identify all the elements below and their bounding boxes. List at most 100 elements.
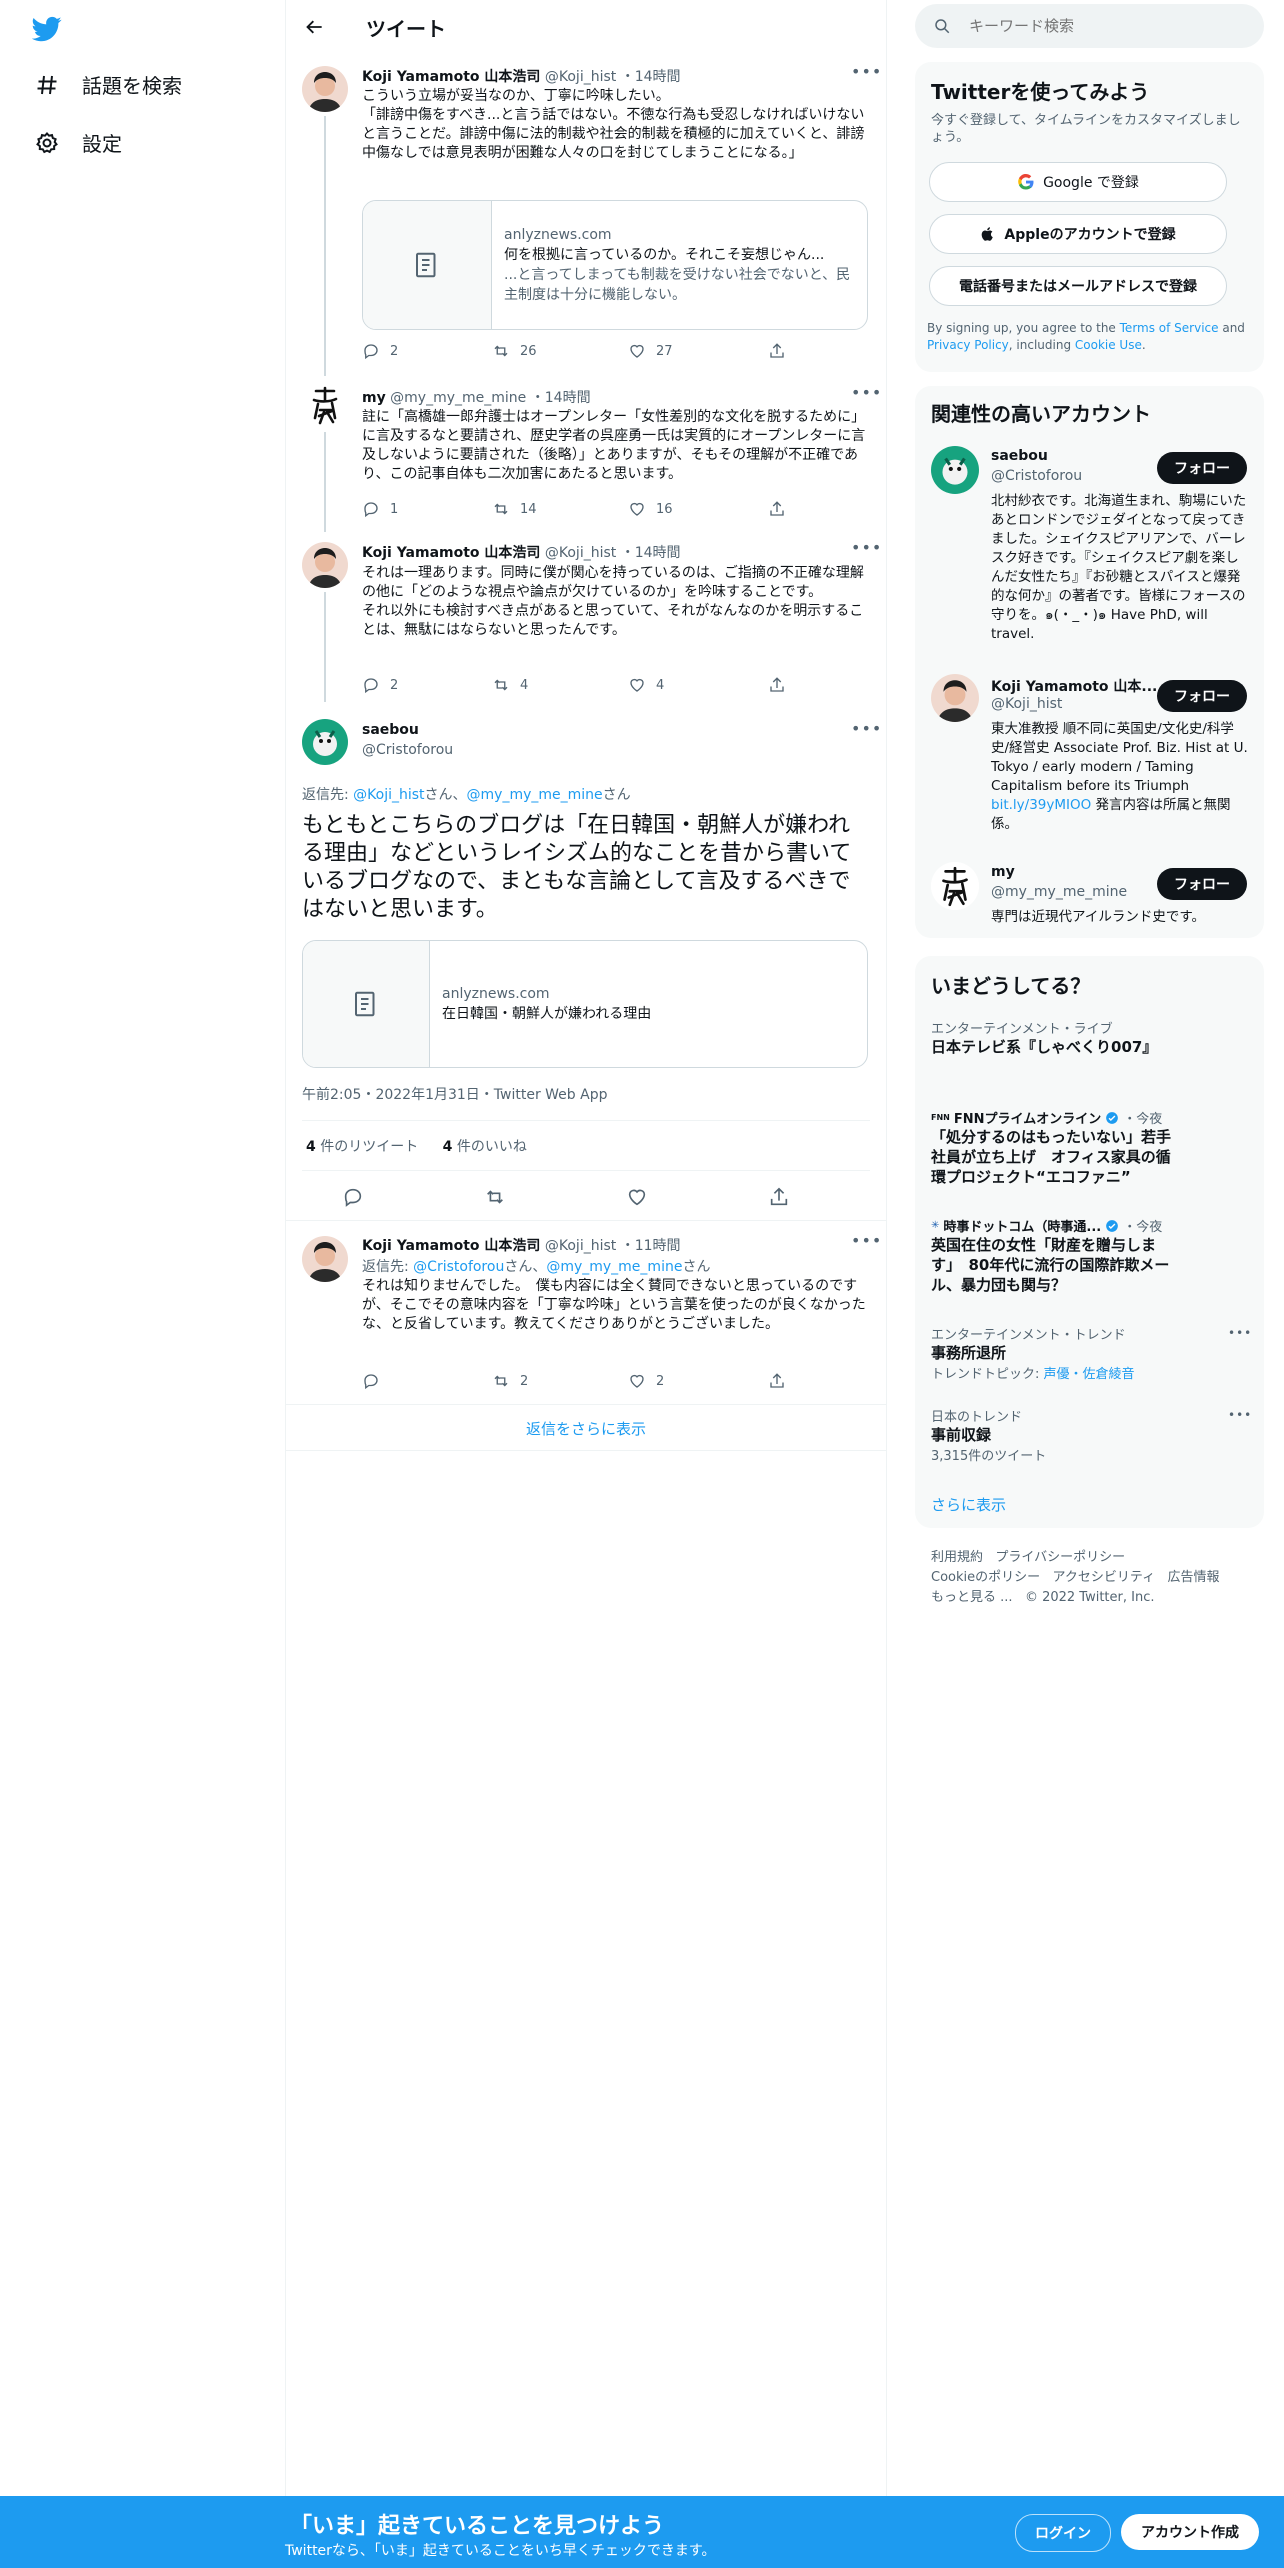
login-button[interactable]: ログイン (1015, 2514, 1111, 2552)
trend-item[interactable]: FNN FNNプライムオンライン ・今夜 「処分するのはもったいない」若手社員が… (931, 1108, 1171, 1187)
account-name[interactable]: my (991, 864, 1015, 880)
account-name[interactable]: Koji Yamamoto 山本... (991, 676, 1157, 696)
account-handle[interactable]: @my_my_me_mine (991, 884, 1127, 900)
tweet-time[interactable]: ・11時間 (621, 1238, 681, 1254)
share-button[interactable] (768, 1186, 790, 1208)
nav-explore[interactable]: 話題を検索 (34, 70, 182, 99)
share-icon (770, 1373, 784, 1388)
reply-user-link[interactable]: @Cristoforou (413, 1259, 504, 1275)
retweet-button[interactable]: 4 (492, 676, 628, 694)
more-icon[interactable]: ••• (851, 719, 882, 738)
reply-button[interactable] (342, 1186, 484, 1208)
more-icon[interactable]: ••• (851, 538, 882, 557)
share-button[interactable] (768, 676, 786, 694)
avatar[interactable] (302, 382, 348, 428)
reply-user-link[interactable]: @my_my_me_mine (546, 1259, 682, 1275)
trend-item[interactable]: エンターテインメント・トレンド 事務所退所 トレンドトピック: 声優・佐倉綾音 (931, 1324, 1231, 1382)
tweet-actions: 1 14 16 (362, 500, 867, 518)
share-button[interactable] (768, 342, 786, 360)
trends-show-more-link[interactable]: さらに表示 (931, 1494, 1006, 1515)
follow-button[interactable]: フォロー (1157, 452, 1247, 484)
footer-link[interactable]: プライバシーポリシー (995, 1550, 1125, 1565)
avatar[interactable] (931, 446, 979, 494)
apple-signup-button[interactable]: Appleのアカウントで登録 (929, 214, 1227, 254)
footer-link[interactable]: 広告情報 (1168, 1570, 1220, 1585)
trend-item[interactable]: ✳ 時事ドットコム（時事通... ・今夜 英国在住の女性「財産を贈与します」 8… (931, 1216, 1171, 1295)
avatar[interactable] (302, 66, 348, 112)
avatar[interactable] (302, 1236, 348, 1282)
like-button[interactable]: 27 (628, 342, 768, 360)
link-card[interactable]: anlyznews.com 在日韓国・朝鮮人が嫌われる理由 (302, 940, 868, 1068)
avatar[interactable] (931, 862, 979, 910)
trend-item[interactable]: 日本のトレンド 事前収録 3,315件のツイート (931, 1406, 1231, 1464)
account-name[interactable]: saebou (991, 448, 1048, 464)
nav-settings[interactable]: 設定 (34, 128, 122, 157)
account-handle[interactable]: @Koji_hist (991, 696, 1062, 712)
avatar[interactable] (302, 542, 348, 588)
tweet-timestamp[interactable]: 午前2:05・2022年1月31日・Twitter Web App (302, 1084, 607, 1104)
footer-link[interactable]: アクセシビリティ (1053, 1570, 1156, 1585)
author-handle[interactable]: @Cristoforou (362, 742, 453, 758)
retweet-button[interactable] (484, 1186, 626, 1208)
more-icon[interactable]: ••• (851, 1231, 882, 1250)
tweet-time[interactable]: ・14時間 (531, 390, 591, 406)
footer-link[interactable]: 利用規約 (931, 1550, 983, 1565)
footer-link[interactable]: もっと見る ... (931, 1590, 1013, 1605)
like-button[interactable]: 16 (628, 500, 768, 518)
reply-user-link[interactable]: @my_my_me_mine (467, 787, 603, 803)
author-name[interactable]: my (362, 390, 386, 406)
author-name[interactable]: Koji Yamamoto 山本浩司 (362, 545, 540, 561)
footer-link[interactable]: Cookieのポリシー (931, 1570, 1040, 1585)
show-more-replies-link[interactable]: 返信をさらに表示 (286, 1418, 886, 1439)
author-name[interactable]: Koji Yamamoto 山本浩司 (362, 1238, 540, 1254)
author-handle[interactable]: @Koji_hist (545, 545, 616, 561)
terms-link[interactable]: Terms of Service (1120, 321, 1219, 335)
search-input[interactable] (967, 16, 1241, 36)
link-card[interactable]: anlyznews.com 何を根拠に言っているのか。それこそ妄想じゃん... … (362, 200, 868, 330)
avatar[interactable] (302, 719, 348, 765)
share-button[interactable] (768, 500, 786, 518)
author-handle[interactable]: @my_my_me_mine (390, 390, 526, 406)
tweet-time[interactable]: ・14時間 (621, 545, 681, 561)
cookie-link[interactable]: Cookie Use (1075, 338, 1142, 352)
tweet-header: Koji Yamamoto 山本浩司 @Koji_hist ・14時間 (362, 66, 681, 86)
trend-item[interactable]: エンターテインメント・ライブ 日本テレビ系『しゃべくり007』 (931, 1018, 1249, 1057)
author-handle[interactable]: @Koji_hist (545, 69, 616, 85)
reply-button[interactable]: 2 (362, 342, 492, 360)
search-box[interactable] (915, 4, 1264, 48)
avatar[interactable] (931, 674, 979, 722)
tweet-time[interactable]: ・14時間 (621, 69, 681, 85)
author-name[interactable]: saebou (362, 722, 419, 738)
google-signup-button[interactable]: Google で登録 (929, 162, 1227, 202)
more-icon[interactable]: ••• (851, 383, 882, 402)
share-button[interactable] (768, 1372, 786, 1390)
more-icon[interactable]: ••• (851, 62, 882, 81)
signup-button[interactable]: アカウント作成 (1121, 2514, 1259, 2550)
retweet-button[interactable]: 2 (492, 1372, 628, 1390)
account-handle[interactable]: @Cristoforou (991, 468, 1082, 484)
bio-link[interactable]: bit.ly/39yMIOO (991, 797, 1091, 813)
reply-button[interactable]: 1 (362, 500, 492, 518)
like-button[interactable]: 4 (628, 676, 768, 694)
retweet-button[interactable]: 14 (492, 500, 628, 518)
like-stat[interactable]: 4 件のいいね (443, 1139, 527, 1155)
trend-topic-link[interactable]: 声優・佐倉綾音 (1044, 1367, 1135, 1382)
reply-user-link[interactable]: @Koji_hist (353, 787, 424, 803)
retweet-icon (494, 1375, 508, 1387)
follow-button[interactable]: フォロー (1157, 868, 1247, 900)
author-handle[interactable]: @Koji_hist (545, 1238, 616, 1254)
more-icon[interactable]: ••• (1228, 1408, 1252, 1422)
retweet-button[interactable]: 26 (492, 342, 628, 360)
back-arrow-icon[interactable] (302, 14, 328, 40)
twitter-logo-icon[interactable] (31, 14, 62, 44)
more-icon[interactable]: ••• (1228, 1326, 1252, 1340)
retweet-stat[interactable]: 4 件のリツイート (306, 1139, 418, 1155)
reply-button[interactable] (362, 1372, 492, 1390)
phone-email-signup-button[interactable]: 電話番号またはメールアドレスで登録 (929, 266, 1227, 306)
privacy-link[interactable]: Privacy Policy (927, 338, 1009, 352)
follow-button[interactable]: フォロー (1157, 680, 1247, 712)
reply-button[interactable]: 2 (362, 676, 492, 694)
like-button[interactable]: 2 (628, 1372, 768, 1390)
author-name[interactable]: Koji Yamamoto 山本浩司 (362, 69, 540, 85)
like-button[interactable] (626, 1186, 768, 1208)
